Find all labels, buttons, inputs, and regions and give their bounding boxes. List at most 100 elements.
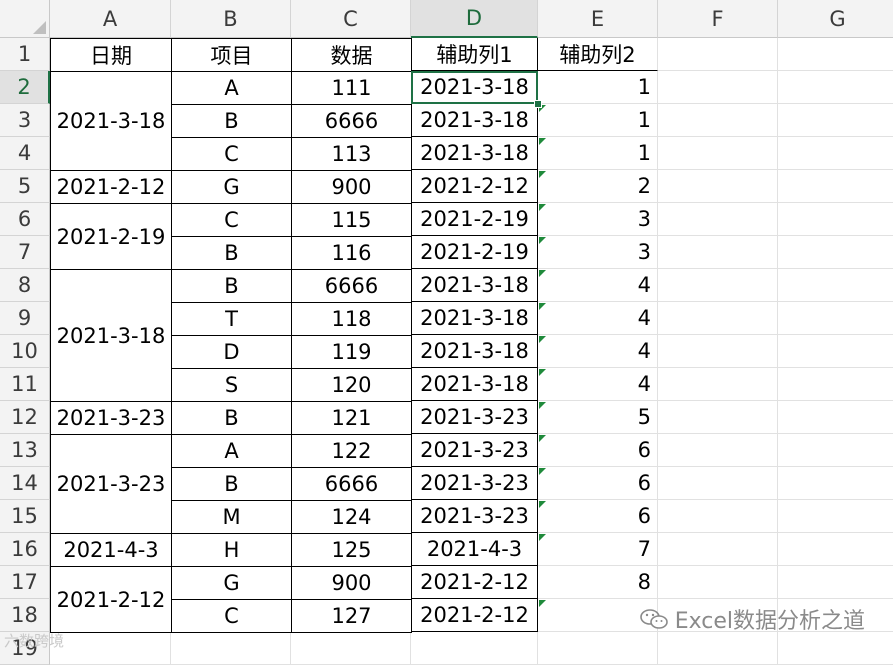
value-cell[interactable]: 6666 <box>291 269 412 303</box>
grid-cell[interactable] <box>778 302 893 335</box>
value-cell[interactable]: 111 <box>291 71 412 105</box>
item-cell[interactable]: A <box>171 71 292 105</box>
error-indicator-icon[interactable] <box>539 534 546 541</box>
helper1-cell[interactable]: 2021-3-18 <box>411 335 538 368</box>
value-cell[interactable]: 900 <box>291 170 412 204</box>
merged-date-cell[interactable]: 2021-3-23 <box>50 401 172 435</box>
error-indicator-icon[interactable] <box>539 336 546 343</box>
column-header-f[interactable]: F <box>658 0 778 38</box>
helper1-cell[interactable]: 2021-3-23 <box>411 401 538 434</box>
grid-cell[interactable] <box>658 170 778 203</box>
error-indicator-icon[interactable] <box>539 435 546 442</box>
grid-cell[interactable] <box>50 632 171 665</box>
value-cell[interactable]: 115 <box>291 203 412 237</box>
grid-cell[interactable] <box>778 104 893 137</box>
item-cell[interactable]: G <box>171 170 292 204</box>
grid-cell[interactable] <box>778 434 893 467</box>
value-cell[interactable]: 127 <box>291 599 412 633</box>
helper2-cell[interactable]: 6 <box>538 434 658 467</box>
helper2-cell[interactable]: 1 <box>538 137 658 170</box>
grid-cell[interactable] <box>658 38 778 71</box>
error-indicator-icon[interactable] <box>539 468 546 475</box>
grid-cell[interactable] <box>778 566 893 599</box>
helper1-cell[interactable]: 2021-3-18 <box>411 269 538 302</box>
helper1-cell[interactable]: 2021-2-12 <box>411 566 538 599</box>
merged-date-cell[interactable]: 2021-4-3 <box>50 533 172 567</box>
helper2-cell[interactable]: 3 <box>538 236 658 269</box>
row-header-14[interactable]: 14 <box>0 467 50 500</box>
grid-cell[interactable] <box>538 632 658 665</box>
header-cell[interactable]: 日期 <box>50 38 172 72</box>
helper2-cell[interactable]: 4 <box>538 368 658 401</box>
helper2-cell[interactable]: 4 <box>538 269 658 302</box>
value-cell[interactable]: 124 <box>291 500 412 534</box>
item-cell[interactable]: H <box>171 533 292 567</box>
item-cell[interactable]: A <box>171 434 292 468</box>
grid-cell[interactable] <box>778 203 893 236</box>
value-cell[interactable]: 122 <box>291 434 412 468</box>
helper2-cell[interactable]: 7 <box>538 533 658 566</box>
value-cell[interactable]: 118 <box>291 302 412 336</box>
grid-cell[interactable] <box>658 632 778 665</box>
row-header-12[interactable]: 12 <box>0 401 50 434</box>
row-header-7[interactable]: 7 <box>0 236 50 269</box>
header-cell[interactable]: 数据 <box>291 38 412 72</box>
helper1-cell[interactable]: 2021-3-18 <box>411 137 538 170</box>
error-indicator-icon[interactable] <box>539 204 546 211</box>
grid-cell[interactable] <box>778 335 893 368</box>
row-header-15[interactable]: 15 <box>0 500 50 533</box>
helper1-cell[interactable]: 2021-3-23 <box>411 500 538 533</box>
helper2-cell[interactable]: 6 <box>538 500 658 533</box>
error-indicator-icon[interactable] <box>539 369 546 376</box>
row-header-5[interactable]: 5 <box>0 170 50 203</box>
grid-cell[interactable] <box>658 533 778 566</box>
header-cell[interactable]: 项目 <box>171 38 292 72</box>
column-header-e[interactable]: E <box>538 0 658 38</box>
row-header-10[interactable]: 10 <box>0 335 50 368</box>
grid-cell[interactable] <box>778 38 893 71</box>
helper2-cell[interactable]: 5 <box>538 401 658 434</box>
helper2-cell[interactable]: 2 <box>538 170 658 203</box>
helper2-cell[interactable]: 3 <box>538 203 658 236</box>
error-indicator-icon[interactable] <box>539 270 546 277</box>
merged-date-cell[interactable]: 2021-2-19 <box>50 203 172 270</box>
grid-cell[interactable] <box>658 203 778 236</box>
grid-cell[interactable] <box>778 236 893 269</box>
row-header-1[interactable]: 1 <box>0 38 50 71</box>
helper2-cell[interactable]: 4 <box>538 302 658 335</box>
row-header-3[interactable]: 3 <box>0 104 50 137</box>
header-cell[interactable]: 辅助列2 <box>538 38 658 71</box>
grid-cell[interactable] <box>778 533 893 566</box>
helper2-cell[interactable]: 8 <box>538 566 658 599</box>
row-header-16[interactable]: 16 <box>0 533 50 566</box>
helper1-cell[interactable]: 2021-3-23 <box>411 434 538 467</box>
value-cell[interactable]: 113 <box>291 137 412 171</box>
helper2-cell[interactable]: 1 <box>538 104 658 137</box>
helper1-cell[interactable]: 2021-2-19 <box>411 236 538 269</box>
value-cell[interactable]: 900 <box>291 566 412 600</box>
helper1-cell[interactable]: 2021-2-12 <box>411 170 538 203</box>
helper2-cell[interactable]: 4 <box>538 335 658 368</box>
select-all-corner[interactable] <box>0 0 50 38</box>
grid-cell[interactable] <box>778 71 893 104</box>
column-header-d[interactable]: D <box>411 0 538 38</box>
selected-cell[interactable]: 2021-3-18 <box>411 71 538 104</box>
value-cell[interactable]: 120 <box>291 368 412 402</box>
grid-cell[interactable] <box>778 500 893 533</box>
value-cell[interactable]: 125 <box>291 533 412 567</box>
row-header-17[interactable]: 17 <box>0 566 50 599</box>
helper1-cell[interactable]: 2021-3-18 <box>411 368 538 401</box>
row-header-6[interactable]: 6 <box>0 203 50 236</box>
grid-cell[interactable] <box>778 170 893 203</box>
grid-cell[interactable] <box>291 632 411 665</box>
error-indicator-icon[interactable] <box>539 501 546 508</box>
helper1-cell[interactable]: 2021-3-18 <box>411 302 538 335</box>
helper1-cell[interactable]: 2021-3-23 <box>411 467 538 500</box>
spreadsheet-grid[interactable]: A B C D E F G 1 2 3 4 5 6 7 8 9 10 11 12 13 14 15 16 17 18 19 日期 项目… <box>0 0 893 665</box>
error-indicator-icon[interactable] <box>539 600 546 607</box>
value-cell[interactable]: 121 <box>291 401 412 435</box>
value-cell[interactable]: 6666 <box>291 467 412 501</box>
item-cell[interactable]: B <box>171 104 292 138</box>
header-cell[interactable]: 辅助列1 <box>411 38 538 71</box>
grid-cell[interactable] <box>658 566 778 599</box>
